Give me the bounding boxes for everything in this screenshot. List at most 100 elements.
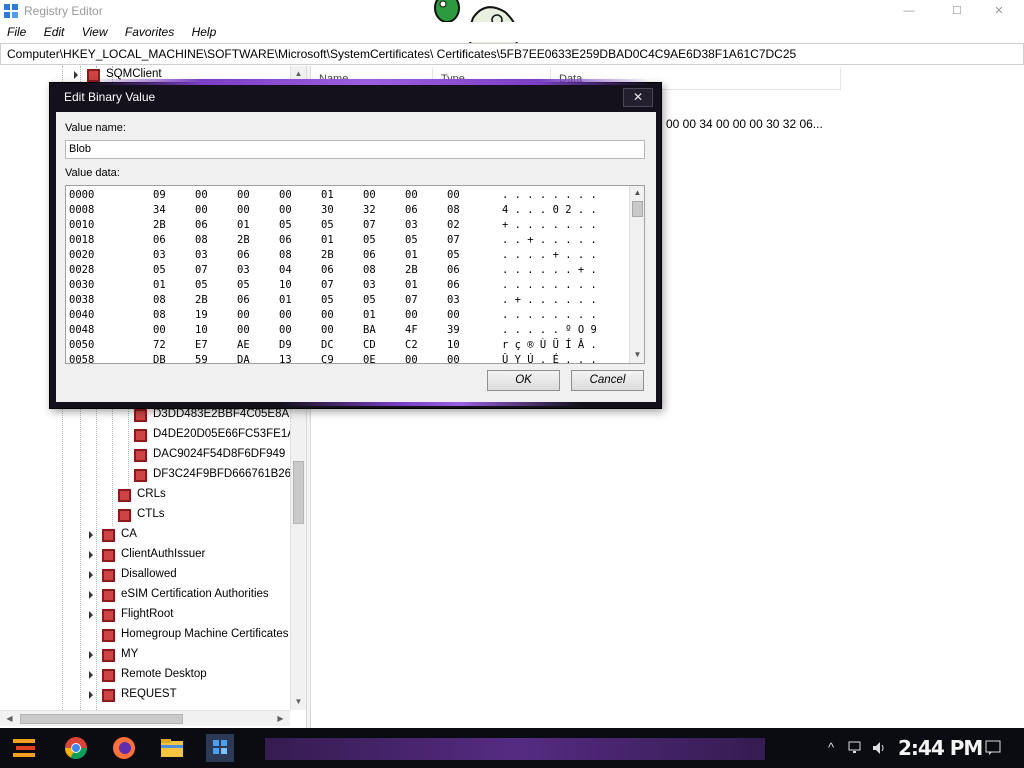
hex-byte[interactable]: 07 xyxy=(405,294,418,306)
hex-ascii[interactable]: 4 . . . 0 2 . . xyxy=(502,204,597,216)
hex-byte[interactable]: 05 xyxy=(405,234,418,246)
hex-byte[interactable]: 10 xyxy=(195,324,208,336)
expand-arrow-icon[interactable] xyxy=(87,530,95,540)
hex-byte[interactable]: 00 xyxy=(237,204,250,216)
expand-arrow-icon[interactable] xyxy=(87,650,95,660)
hex-byte[interactable]: 4F xyxy=(405,324,418,336)
hex-byte[interactable]: 00 xyxy=(195,189,208,201)
network-icon[interactable] xyxy=(848,741,864,755)
hex-byte[interactable]: 00 xyxy=(447,189,460,201)
hex-ascii[interactable]: . . . . . º O 9 xyxy=(502,324,597,336)
hex-byte[interactable]: 04 xyxy=(279,264,292,276)
hex-byte[interactable]: 00 xyxy=(153,324,166,336)
hex-byte[interactable]: 00 xyxy=(279,204,292,216)
scroll-thumb[interactable] xyxy=(20,714,183,724)
hex-byte[interactable]: 00 xyxy=(279,189,292,201)
hex-byte[interactable]: 2B xyxy=(237,234,250,246)
hex-ascii[interactable]: Û Y Ú . É . . . xyxy=(502,354,597,363)
hex-byte[interactable]: 00 xyxy=(321,309,334,321)
hex-byte[interactable]: 09 xyxy=(153,189,166,201)
tree-horizontal-scrollbar[interactable]: ◀ ▶ xyxy=(0,710,290,726)
hex-byte[interactable]: 30 xyxy=(321,204,334,216)
hex-byte[interactable]: 03 xyxy=(447,294,460,306)
hex-byte[interactable]: 10 xyxy=(447,339,460,351)
expand-arrow-icon[interactable] xyxy=(72,70,80,80)
file-explorer-icon[interactable] xyxy=(158,734,186,762)
hex-byte[interactable]: 06 xyxy=(237,294,250,306)
taskbar-clock[interactable]: 2:44 PM xyxy=(898,736,983,760)
hex-byte[interactable]: 19 xyxy=(195,309,208,321)
hex-byte[interactable]: 03 xyxy=(153,249,166,261)
hex-byte[interactable]: 08 xyxy=(195,234,208,246)
chrome-icon[interactable] xyxy=(62,734,90,762)
hex-byte[interactable]: 06 xyxy=(237,249,250,261)
hex-byte[interactable]: 00 xyxy=(405,309,418,321)
hex-vertical-scrollbar[interactable]: ▲ ▼ xyxy=(629,186,644,363)
hex-byte[interactable]: 00 xyxy=(405,354,418,363)
hex-byte[interactable]: 01 xyxy=(405,279,418,291)
hex-byte[interactable]: 06 xyxy=(447,279,460,291)
hex-byte[interactable]: 06 xyxy=(279,234,292,246)
expand-arrow-icon[interactable] xyxy=(87,610,95,620)
hex-byte[interactable]: 34 xyxy=(153,204,166,216)
hex-ascii[interactable]: . . . . + . . . xyxy=(502,249,597,261)
close-button[interactable]: ✕ xyxy=(985,2,1013,20)
menu-help[interactable]: Help xyxy=(185,22,217,39)
hex-byte[interactable]: 01 xyxy=(363,309,376,321)
hex-byte[interactable]: 01 xyxy=(321,189,334,201)
menu-edit[interactable]: Edit xyxy=(37,22,65,39)
hex-byte[interactable]: 00 xyxy=(447,309,460,321)
hex-byte[interactable]: 08 xyxy=(153,309,166,321)
hex-byte[interactable]: DA xyxy=(237,354,250,363)
ok-button[interactable]: OK xyxy=(487,370,560,391)
scroll-down-icon[interactable]: ▼ xyxy=(291,694,306,709)
hex-byte[interactable]: C9 xyxy=(321,354,334,363)
hex-byte[interactable]: 08 xyxy=(447,204,460,216)
hex-ascii[interactable]: + . . . . . . . xyxy=(502,219,597,231)
hex-byte[interactable]: 03 xyxy=(363,279,376,291)
hex-byte[interactable]: 00 xyxy=(363,189,376,201)
scroll-up-icon[interactable]: ▲ xyxy=(630,186,644,200)
hex-byte[interactable]: 10 xyxy=(279,279,292,291)
notifications-icon[interactable] xyxy=(985,740,1001,756)
hex-byte[interactable]: 72 xyxy=(153,339,166,351)
hex-ascii[interactable]: r ç ® Ù Ü Í Â . xyxy=(502,339,597,351)
hex-byte[interactable]: DC xyxy=(321,339,334,351)
menu-favorites[interactable]: Favorites xyxy=(118,22,174,39)
scroll-right-icon[interactable]: ▶ xyxy=(273,711,288,726)
hex-byte[interactable]: 05 xyxy=(363,294,376,306)
hex-byte[interactable]: 39 xyxy=(447,324,460,336)
expand-arrow-icon[interactable] xyxy=(87,590,95,600)
hex-byte[interactable]: D9 xyxy=(279,339,292,351)
scroll-thumb[interactable] xyxy=(632,201,643,217)
tray-chevron-icon[interactable]: ^ xyxy=(828,740,834,755)
cancel-button[interactable]: Cancel xyxy=(571,370,644,391)
scroll-thumb[interactable] xyxy=(293,461,304,524)
address-bar[interactable]: Computer\HKEY_LOCAL_MACHINE\SOFTWARE\Mic… xyxy=(0,43,1024,65)
hex-byte[interactable]: 05 xyxy=(363,234,376,246)
hex-byte[interactable]: AE xyxy=(237,339,250,351)
menu-file[interactable]: File xyxy=(0,22,26,39)
hex-byte[interactable]: 06 xyxy=(321,264,334,276)
hex-byte[interactable]: 00 xyxy=(279,324,292,336)
value-row-data[interactable]: 00 00 34 00 00 00 30 32 06... xyxy=(666,117,823,131)
hex-byte[interactable]: 05 xyxy=(237,279,250,291)
hex-byte[interactable]: 01 xyxy=(237,219,250,231)
hex-byte[interactable]: BA xyxy=(363,324,376,336)
hex-byte[interactable]: 07 xyxy=(363,219,376,231)
hex-byte[interactable]: 08 xyxy=(153,294,166,306)
hex-byte[interactable]: 00 xyxy=(237,309,250,321)
value-name-field[interactable]: Blob xyxy=(65,140,645,159)
hex-byte[interactable]: 05 xyxy=(321,219,334,231)
hex-byte[interactable]: 01 xyxy=(321,234,334,246)
hex-ascii[interactable]: . + . . . . . . xyxy=(502,294,597,306)
hex-byte[interactable]: E7 xyxy=(195,339,208,351)
hex-byte[interactable]: 0E xyxy=(363,354,376,363)
hex-byte[interactable]: 06 xyxy=(195,219,208,231)
start-icon[interactable] xyxy=(10,734,38,762)
hex-ascii[interactable]: . . . . . . . . xyxy=(502,189,597,201)
hex-byte[interactable]: 00 xyxy=(195,204,208,216)
menu-view[interactable]: View xyxy=(75,22,108,39)
hex-byte[interactable]: 06 xyxy=(153,234,166,246)
hex-byte[interactable]: 03 xyxy=(405,219,418,231)
